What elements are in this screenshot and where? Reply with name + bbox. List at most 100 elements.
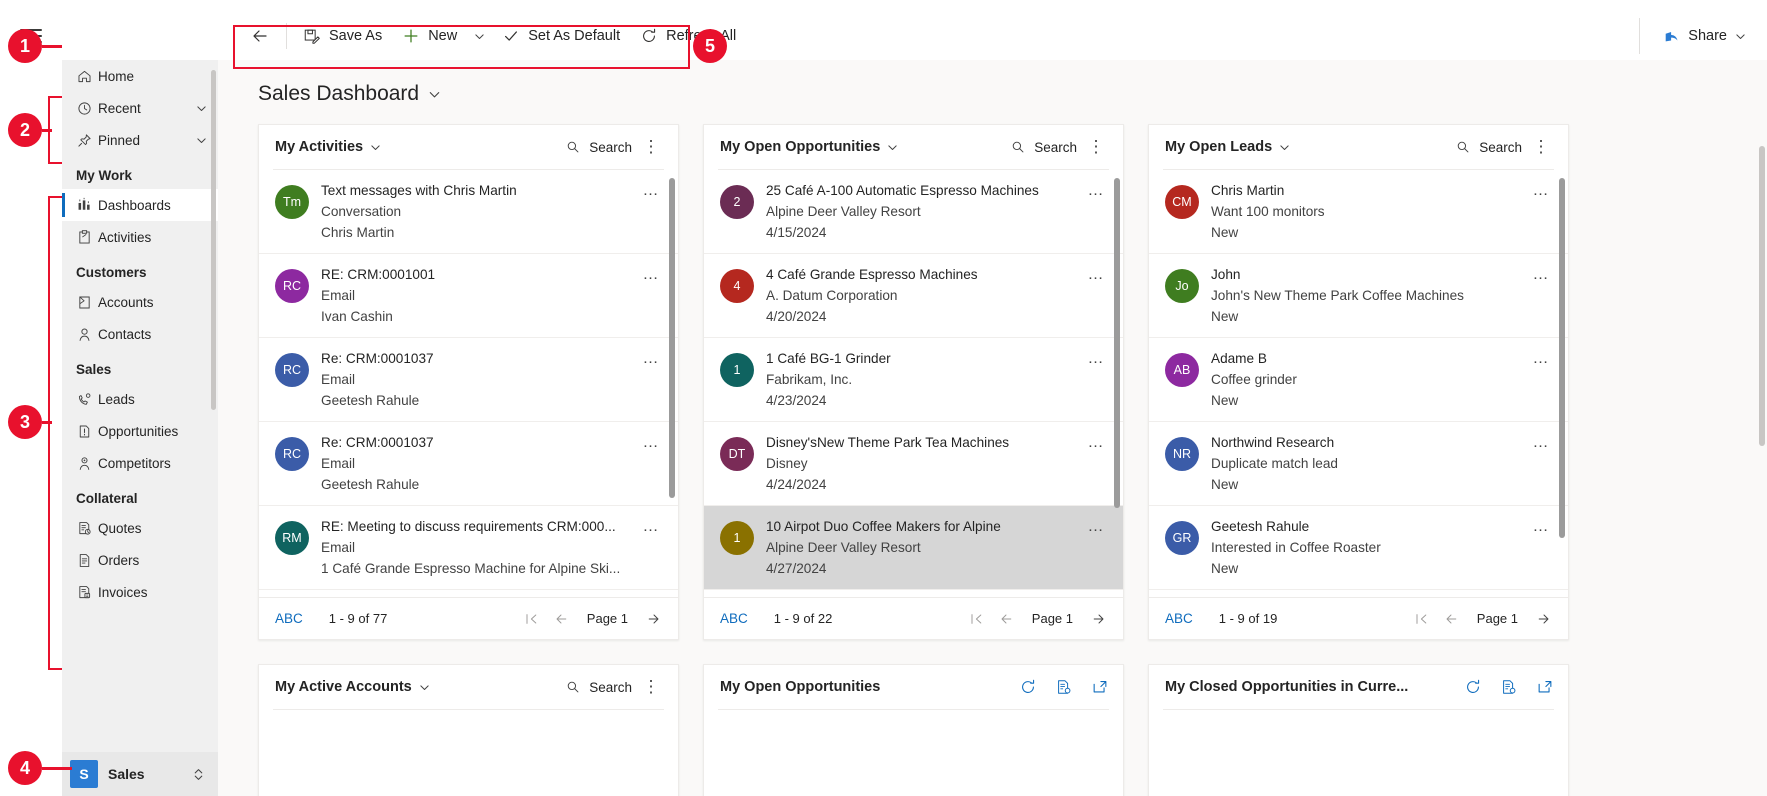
- sidebar-item-recent[interactable]: Recent: [62, 92, 218, 124]
- list-item-primary: 25 Café A-100 Automatic Espresso Machine…: [766, 183, 1039, 198]
- refresh-icon[interactable]: [1464, 678, 1482, 696]
- card-overflow-button[interactable]: ⋮: [638, 134, 664, 160]
- site-map-button[interactable]: [0, 0, 62, 72]
- previous-page-button[interactable]: [553, 611, 569, 627]
- refresh-icon[interactable]: [1019, 678, 1037, 696]
- next-page-button[interactable]: [646, 611, 662, 627]
- view-records-icon[interactable]: [1500, 678, 1518, 696]
- sidebar-item-quotes[interactable]: Quotes: [62, 512, 218, 544]
- card-view-selector-button[interactable]: [886, 141, 899, 154]
- list-item[interactable]: GR Geetesh Rahule Interested in Coffee R…: [1149, 506, 1568, 590]
- list-item[interactable]: RC Re: CRM:0001037 Email Geetesh Rahule …: [259, 422, 678, 506]
- first-page-button[interactable]: [1413, 611, 1429, 627]
- sidebar-item-leads[interactable]: Leads: [62, 383, 218, 415]
- row-overflow-button[interactable]: …: [1530, 434, 1552, 452]
- search-input[interactable]: Search: [565, 679, 632, 695]
- sidebar-item-competitors[interactable]: Competitors: [62, 447, 218, 479]
- row-overflow-button[interactable]: …: [640, 350, 662, 368]
- list-item[interactable]: NR Northwind Research Duplicate match le…: [1149, 422, 1568, 506]
- card-list-scrollbar[interactable]: [1114, 178, 1120, 508]
- card-overflow-button[interactable]: ⋮: [638, 674, 664, 700]
- sidebar-item-invoices[interactable]: Invoices: [62, 576, 218, 608]
- row-overflow-button[interactable]: …: [1085, 266, 1107, 284]
- expand-icon[interactable]: [1091, 678, 1109, 696]
- sidebar-scrollbar[interactable]: [211, 70, 216, 410]
- row-overflow-button[interactable]: …: [640, 518, 662, 536]
- row-overflow-button[interactable]: …: [640, 266, 662, 284]
- list-item[interactable]: RM RE: Meeting to discuss requirements C…: [259, 506, 678, 590]
- card-list-scrollbar[interactable]: [669, 178, 675, 498]
- sidebar-item-home[interactable]: Home: [62, 60, 218, 92]
- row-overflow-button[interactable]: …: [1530, 350, 1552, 368]
- previous-page-button[interactable]: [1443, 611, 1459, 627]
- search-input[interactable]: Search: [1010, 139, 1077, 155]
- record-count: 1 - 9 of 77: [328, 611, 388, 626]
- card-overflow-button[interactable]: ⋮: [1083, 134, 1109, 160]
- sidebar-item-accounts[interactable]: Accounts: [62, 286, 218, 318]
- avatar: 4: [720, 269, 754, 303]
- list-item[interactable]: Jo John John's New Theme Park Coffee Mac…: [1149, 254, 1568, 338]
- sidebar-item-opportunities[interactable]: Opportunities: [62, 415, 218, 447]
- view-records-icon[interactable]: [1055, 678, 1073, 696]
- contacts-icon: [76, 326, 98, 343]
- sidebar-item-activities[interactable]: Activities: [62, 221, 218, 253]
- list-item[interactable]: DN Disney's New Theme Park Coffee Machin…: [704, 590, 1123, 597]
- sidebar-item-pinned[interactable]: Pinned: [62, 124, 218, 156]
- app-switcher-button[interactable]: S Sales: [62, 752, 218, 796]
- dashboard-selector-button[interactable]: [427, 87, 442, 102]
- previous-page-button[interactable]: [998, 611, 1014, 627]
- next-page-button[interactable]: [1536, 611, 1552, 627]
- chevron-down-icon: [420, 684, 429, 690]
- list-item[interactable]: 2 25 Café A-100 Automatic Espresso Machi…: [704, 170, 1123, 254]
- list-item[interactable]: 1 1 Café BG-1 Grinder Fabrikam, Inc. 4/2…: [704, 338, 1123, 422]
- list-item-primary: Northwind Research: [1211, 435, 1335, 450]
- list-item[interactable]: Tm Text messages with Chris Martin Conve…: [259, 170, 678, 254]
- row-overflow-button[interactable]: …: [1085, 434, 1107, 452]
- row-overflow-button[interactable]: …: [1085, 518, 1107, 536]
- chevron-down-icon[interactable]: [195, 102, 208, 115]
- row-overflow-button[interactable]: …: [1530, 266, 1552, 284]
- sidebar-item-dashboards[interactable]: Dashboards: [62, 189, 218, 221]
- list-item[interactable]: RC Re: CRM:0001031 Email Devansh Choure …: [259, 590, 678, 597]
- alphabet-filter-button[interactable]: ABC: [275, 611, 303, 626]
- search-input[interactable]: Search: [565, 139, 632, 155]
- row-overflow-button[interactable]: …: [1530, 182, 1552, 200]
- chevron-down-icon: [888, 144, 897, 150]
- list-item[interactable]: DT Disney'sNew Theme Park Tea Machines D…: [704, 422, 1123, 506]
- page-scrollbar[interactable]: [1759, 146, 1765, 446]
- list-item[interactable]: CM Chris Martin Want 100 monitors New …: [1149, 170, 1568, 254]
- share-button[interactable]: Share: [1657, 27, 1753, 45]
- card-view-selector-button[interactable]: [1278, 141, 1291, 154]
- card-view-selector-button[interactable]: [369, 141, 382, 154]
- card-my-active-accounts: My Active Accounts Search ⋮: [258, 664, 679, 796]
- first-page-button[interactable]: [968, 611, 984, 627]
- card-divider: [1163, 709, 1554, 710]
- list-item[interactable]: AM Alex Martin Testing duplicate matchin…: [1149, 590, 1568, 597]
- list-item[interactable]: RC Re: CRM:0001037 Email Geetesh Rahule …: [259, 338, 678, 422]
- row-overflow-button[interactable]: …: [1085, 350, 1107, 368]
- hamburger-icon[interactable]: [20, 29, 42, 43]
- row-overflow-button[interactable]: …: [1530, 518, 1552, 536]
- card-view-selector-button[interactable]: [418, 681, 431, 694]
- first-page-button[interactable]: [523, 611, 539, 627]
- share-divider: [1639, 18, 1641, 54]
- alphabet-filter-button[interactable]: ABC: [720, 611, 748, 626]
- expand-icon[interactable]: [1536, 678, 1554, 696]
- list-item[interactable]: 4 4 Café Grande Espresso Machines A. Dat…: [704, 254, 1123, 338]
- sidebar-item-label: Opportunities: [98, 423, 179, 439]
- sidebar-item-contacts[interactable]: Contacts: [62, 318, 218, 350]
- list-item[interactable]: 1 10 Airpot Duo Coffee Makers for Alpine…: [704, 506, 1123, 590]
- card-list-scrollbar[interactable]: [1559, 178, 1565, 538]
- alphabet-filter-button[interactable]: ABC: [1165, 611, 1193, 626]
- avatar: CM: [1165, 185, 1199, 219]
- card-overflow-button[interactable]: ⋮: [1528, 134, 1554, 160]
- row-overflow-button[interactable]: …: [1085, 182, 1107, 200]
- list-item[interactable]: RC RE: CRM:0001001 Email Ivan Cashin …: [259, 254, 678, 338]
- row-overflow-button[interactable]: …: [640, 434, 662, 452]
- chevron-down-icon[interactable]: [195, 134, 208, 147]
- search-input[interactable]: Search: [1455, 139, 1522, 155]
- next-page-button[interactable]: [1091, 611, 1107, 627]
- sidebar-item-orders[interactable]: Orders: [62, 544, 218, 576]
- row-overflow-button[interactable]: …: [640, 182, 662, 200]
- list-item[interactable]: AB Adame B Coffee grinder New …: [1149, 338, 1568, 422]
